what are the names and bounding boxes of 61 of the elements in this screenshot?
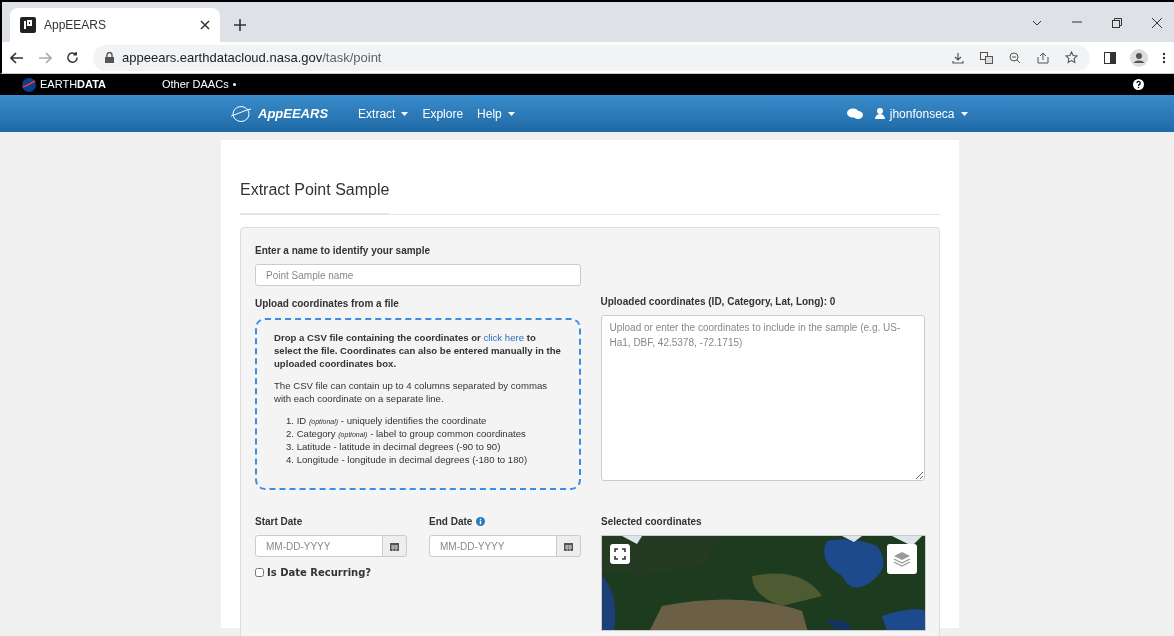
field-label: Enter a name to identify your sample <box>255 244 432 258</box>
app-logo-icon <box>20 17 36 33</box>
field-label: Selected coordinates <box>601 515 703 529</box>
chevron-down-icon[interactable] <box>1032 20 1042 26</box>
more-icon[interactable] <box>1162 51 1166 64</box>
recurring-checkbox[interactable] <box>255 568 264 577</box>
list-item: 4. Longitude - longitude in decimal degrees (-180 to 180) <box>286 453 529 467</box>
help-icon[interactable] <box>1133 79 1144 90</box>
recurring-checkbox-label[interactable]: Is Date Recurring? <box>255 565 581 580</box>
list-item: 3. Latitude - latitude in decimal degrees (-90 to 90) <box>286 440 502 454</box>
calendar-button[interactable] <box>383 535 407 557</box>
field-label: Start Date <box>255 515 303 529</box>
nav-link[interactable]: Explore <box>422 104 464 123</box>
zoom-out-icon[interactable] <box>1009 51 1021 64</box>
layers-icon <box>893 551 911 567</box>
profile-icon[interactable] <box>1130 48 1148 67</box>
star-icon[interactable] <box>1065 51 1078 64</box>
sample-name-field[interactable]: Point Sample name <box>255 264 581 286</box>
appeears-logo[interactable]: AppEEARS <box>258 103 329 124</box>
field-label: End Date <box>429 515 473 529</box>
lock-icon <box>105 52 114 63</box>
translate-icon[interactable] <box>980 51 993 64</box>
restore-icon[interactable] <box>1112 18 1122 28</box>
nasa-logo-icon <box>230 105 252 122</box>
chat-icon[interactable] <box>846 107 863 120</box>
field-label: Uploaded coordinates (ID, Category, Lat, Long): 0 <box>600 295 837 309</box>
earthdata-logo[interactable]: EARTHDATA <box>40 76 162 93</box>
nasa-logo-icon <box>22 77 36 92</box>
close-icon[interactable] <box>200 20 210 30</box>
browser-tab[interactable]: AppEEARS <box>10 8 220 42</box>
calendar-button[interactable] <box>557 535 581 557</box>
nav-link[interactable]: Help <box>477 104 515 123</box>
other-daacs-menu[interactable]: Other DAACs <box>162 76 229 93</box>
date-field[interactable]: MM-DD-YYYY <box>255 535 383 557</box>
new-tab-icon[interactable] <box>234 19 246 31</box>
download-icon[interactable] <box>952 51 964 64</box>
fullscreen-icon <box>614 548 626 560</box>
nav-link[interactable]: Extract <box>358 104 409 123</box>
layers-button[interactable] <box>887 544 917 574</box>
close-icon[interactable] <box>1152 18 1162 28</box>
reload-icon[interactable] <box>66 51 79 64</box>
address-bar[interactable]: appeears.earthdatacloud.nasa.gov/task/point <box>93 44 1090 71</box>
user-menu[interactable]: jhonfonseca <box>874 104 968 123</box>
url-text: appeears.earthdatacloud.nasa.gov/task/point <box>122 48 382 67</box>
csv-format-note: The CSV file can contain up to 4 columns separated by commas with each coordinate on a separate line. <box>274 379 549 406</box>
calendar-icon <box>564 541 573 551</box>
side-panel-icon[interactable] <box>1104 51 1116 64</box>
tab-title: AppEEARS <box>44 17 108 34</box>
user-icon <box>874 108 885 119</box>
file-drop-zone[interactable] <box>255 318 581 490</box>
back-arrow-icon[interactable] <box>10 51 24 64</box>
field-label: Upload coordinates from a file <box>255 297 400 311</box>
date-field[interactable]: MM-DD-YYYY <box>429 535 557 557</box>
drop-instructions: Drop a CSV file containing the coordinates or click here to select the file. Coordinates can also be entered manually in the uploaded coordinates box. <box>274 332 562 371</box>
click-here-link[interactable]: click here <box>483 332 525 343</box>
fullscreen-button[interactable] <box>610 544 630 564</box>
share-icon[interactable] <box>1037 51 1049 64</box>
coordinates-field[interactable]: Upload or enter the coordinates to include in the sample (e.g. US-Ha1, DBF, 42.5378, -72.1715) <box>600 315 925 481</box>
info-icon[interactable] <box>476 517 486 526</box>
calendar-icon <box>390 541 399 551</box>
page-title: Extract Point Sample <box>240 178 390 214</box>
